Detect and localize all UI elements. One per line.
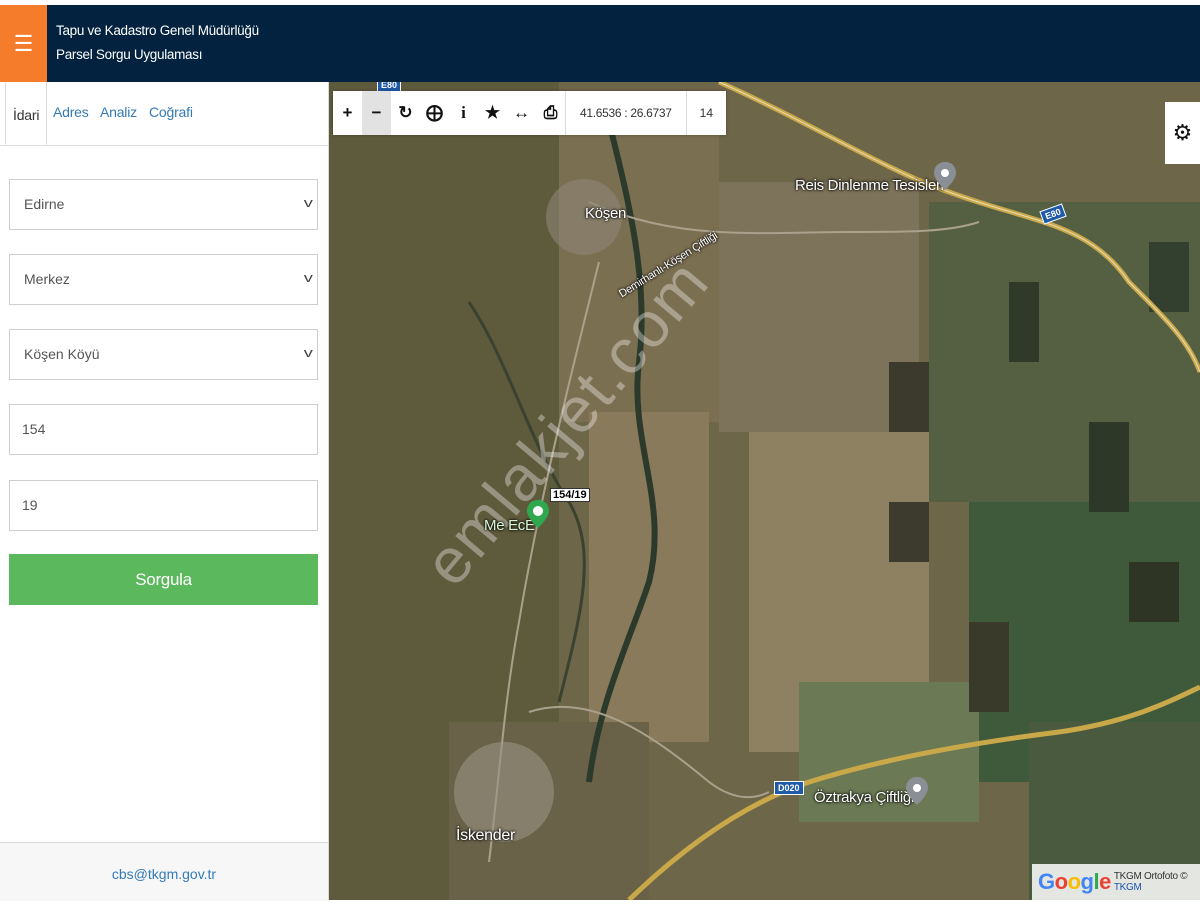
map-label-farm: Öztrakya Çiftliği xyxy=(814,789,914,806)
rest-area-pin-icon[interactable] xyxy=(934,162,956,190)
gear-icon[interactable]: ⚙ xyxy=(1165,102,1200,164)
zoom-out-icon[interactable]: − xyxy=(362,91,391,135)
road-shield-d020: D020 xyxy=(774,781,804,795)
app-title-line1: Tapu ve Kadastro Genel Müdürlüğü xyxy=(56,23,259,38)
zoom-level-readout: 14 xyxy=(685,91,726,135)
app-title-line2: Parsel Sorgu Uygulaması xyxy=(56,47,203,62)
refresh-icon[interactable]: ↻ xyxy=(391,91,420,135)
query-button[interactable]: Sorgula xyxy=(9,554,318,605)
sidebar-tabs: İdari Adres Analiz Coğrafi xyxy=(0,82,328,146)
attribution-link[interactable]: TKGM xyxy=(1114,882,1142,893)
app-title: Tapu ve Kadastro Genel Müdürlüğü Parsel … xyxy=(56,19,259,67)
province-value: Edirne xyxy=(24,196,65,212)
attribution-text: TKGM Ortofoto © TKGM xyxy=(1114,871,1200,893)
parcel-marker-label[interactable]: 154/19 xyxy=(550,488,590,502)
map-label-rest-area: Reis Dinlenme Tesisleri xyxy=(795,177,944,194)
block-value: 154 xyxy=(22,421,46,437)
google-logo: Google xyxy=(1038,869,1111,894)
contact-email-link[interactable]: cbs@tkgm.gov.tr xyxy=(0,843,328,905)
favorite-icon[interactable]: ★ xyxy=(478,91,507,135)
map-view[interactable]: emlakjet.com E80 E80 D020 Köşen Demirhan… xyxy=(329,82,1200,900)
sidebar-footer: cbs@tkgm.gov.tr xyxy=(0,842,328,901)
map-label-town: İskender xyxy=(456,827,515,844)
attribution-label: TKGM Ortofoto © xyxy=(1113,871,1188,882)
locate-icon[interactable]: ⨁ xyxy=(420,91,449,135)
district-select[interactable]: Merkez v xyxy=(9,254,318,305)
tab-cografi[interactable]: Coğrafi xyxy=(149,104,193,120)
farm-pin-icon[interactable] xyxy=(906,777,928,805)
app-header: ☰ Tapu ve Kadastro Genel Müdürlüğü Parse… xyxy=(0,5,1200,82)
chevron-down-icon: v xyxy=(303,195,313,210)
map-label-kosen: Köşen xyxy=(585,205,627,222)
coordinate-readout: 41.6536 : 26.6737 xyxy=(565,91,686,135)
place-pin-icon[interactable] xyxy=(527,500,549,528)
map-attribution: Google TKGM Ortofoto © TKGM xyxy=(1032,864,1200,900)
neighborhood-value: Köşen Köyü xyxy=(24,346,100,362)
chevron-down-icon: v xyxy=(303,345,313,360)
block-input[interactable]: 154 xyxy=(9,404,318,455)
zoom-in-icon[interactable]: + xyxy=(333,91,362,135)
hamburger-icon[interactable]: ☰ xyxy=(0,5,47,82)
province-select[interactable]: Edirne v xyxy=(9,179,318,230)
tab-adres[interactable]: Adres xyxy=(53,104,89,120)
neighborhood-select[interactable]: Köşen Köyü v xyxy=(9,329,318,380)
map-toolbar: + − ↻ ⨁ i ★ ↔ ⎙ 41.6536 : 26.6737 14 xyxy=(333,91,727,135)
district-value: Merkez xyxy=(24,271,70,287)
measure-icon[interactable]: ↔ xyxy=(507,91,536,135)
tab-idari[interactable]: İdari xyxy=(5,82,48,145)
print-icon[interactable]: ⎙ xyxy=(536,91,565,135)
tab-analiz[interactable]: Analiz xyxy=(100,104,137,120)
info-icon[interactable]: i xyxy=(449,91,478,135)
parcel-input[interactable]: 19 xyxy=(9,480,318,531)
chevron-down-icon: v xyxy=(303,270,313,285)
parcel-value: 19 xyxy=(22,497,38,513)
sidebar: İdari Adres Analiz Coğrafi Edirne v Merk… xyxy=(0,82,329,901)
